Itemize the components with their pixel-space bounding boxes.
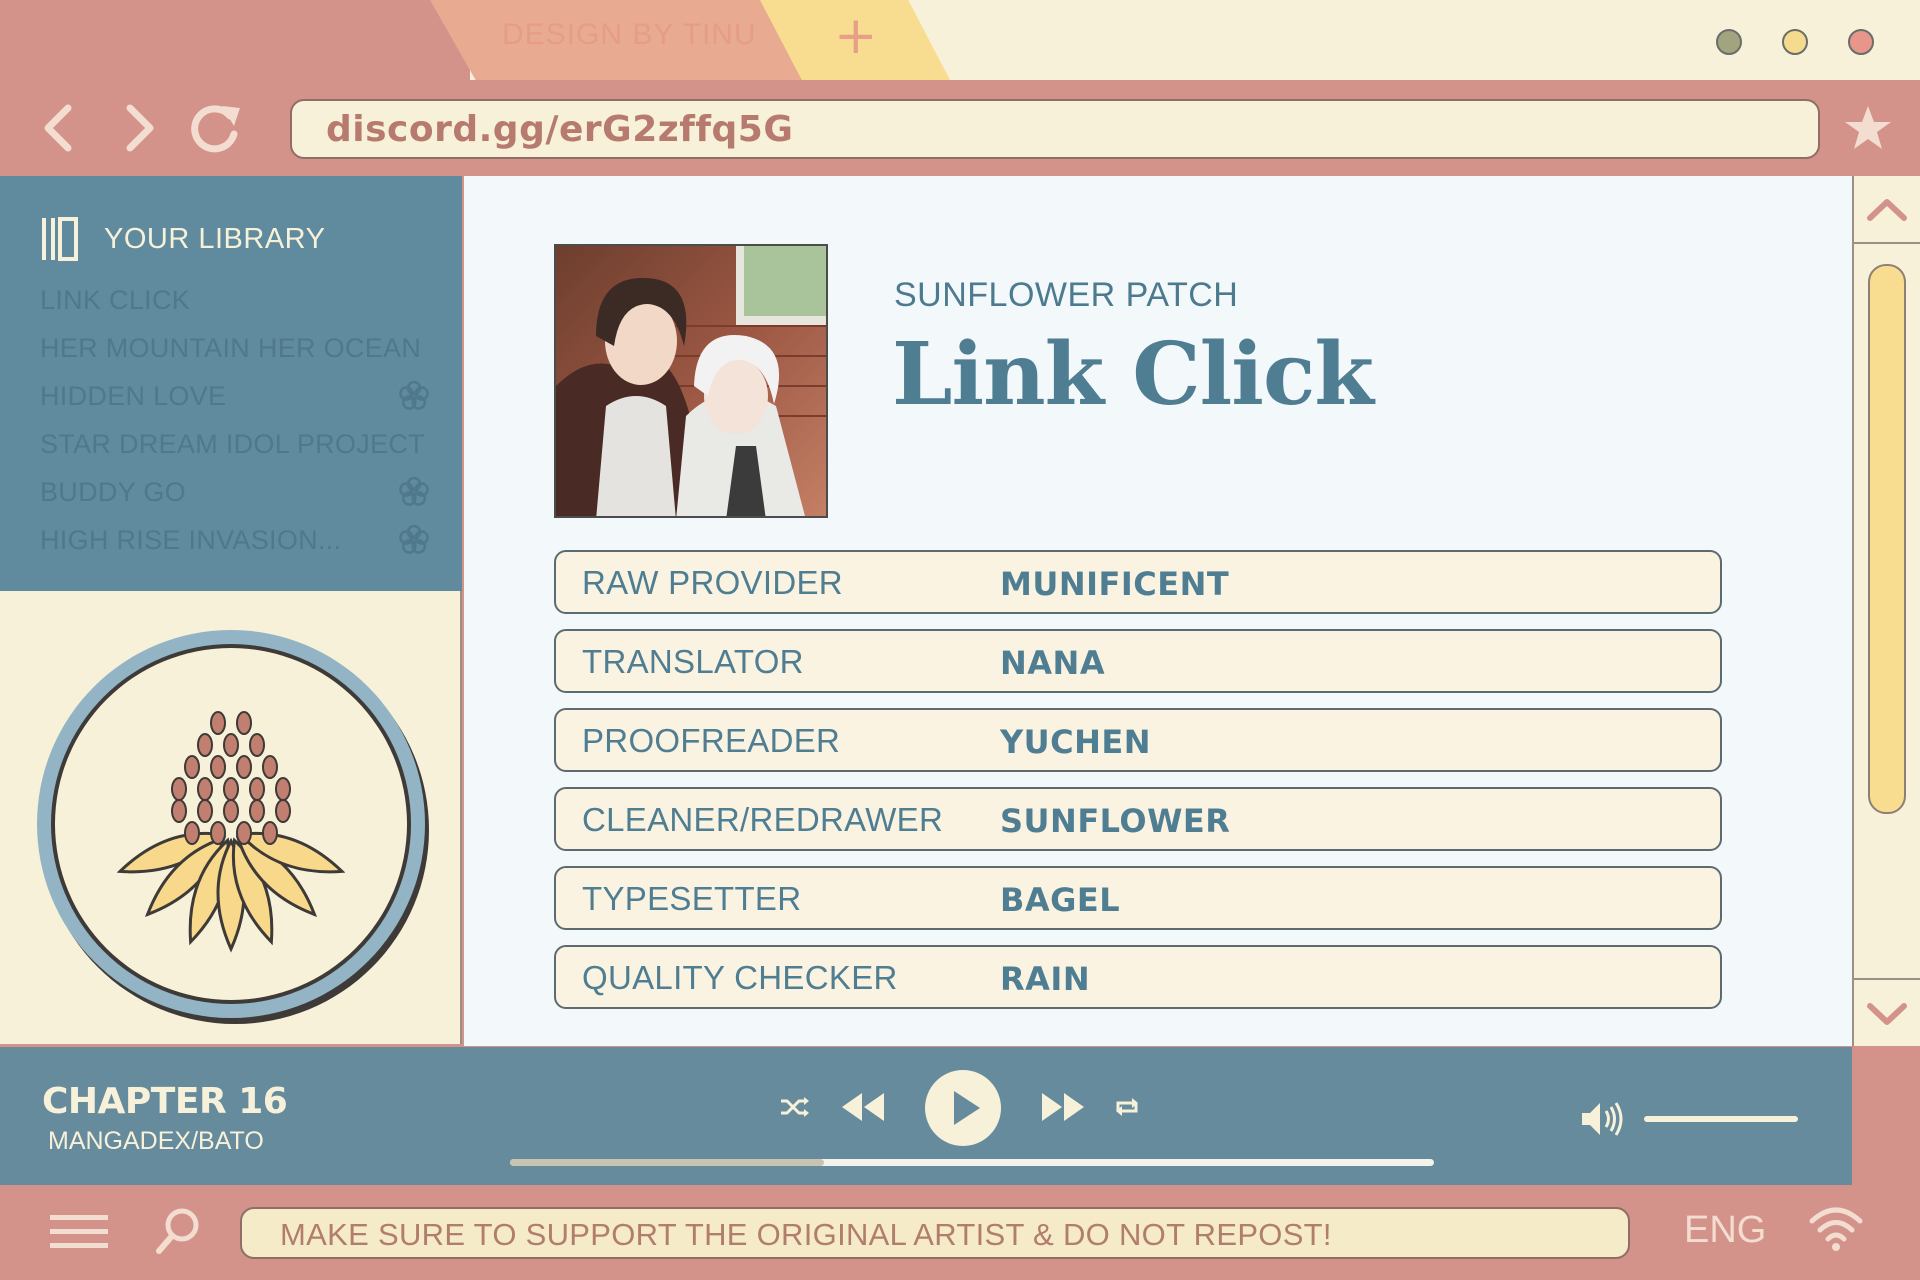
window-close-dot[interactable] [1848,29,1874,55]
sunflower-logo-icon [37,630,429,1024]
credit-row: PROOFREADER YUCHEN [554,708,1722,772]
progress-fill [510,1159,825,1166]
play-icon [925,1070,1001,1146]
credit-role: QUALITY CHECKER [582,959,898,996]
reload-icon [191,105,240,153]
credit-name: RAIN [1000,960,1091,998]
library-item-label: STAR DREAM IDOL PROJECT [40,428,425,459]
wifi-icon [1809,1207,1863,1251]
library-item[interactable]: BUDDY GO [40,472,430,512]
credit-role: RAW PROVIDER [582,564,843,601]
chapter-label: CHAPTER 16 [42,1081,288,1122]
library-item[interactable]: HIGH RISE INVASION... [40,520,430,560]
credit-role: PROOFREADER [582,722,841,759]
credit-role: CLEANER/REDRAWER [582,801,944,838]
cover-illustration [556,246,826,516]
repeat-icon [1116,1098,1138,1116]
library-item[interactable]: STAR DREAM IDOL PROJECT [40,424,430,464]
rewind-button[interactable] [840,1089,886,1129]
repeat-button[interactable] [1112,1093,1142,1125]
library-item-label: LINK CLICK [40,284,191,315]
scroll-down-button[interactable] [1854,978,1920,1046]
chevron-up-icon [1867,199,1907,221]
credit-row: TRANSLATOR NANA [554,629,1722,693]
main-content: SUNFLOWER PATCH Link Click RAW PROVIDER M… [464,176,1852,1046]
credit-name: MUNIFICENT [1000,565,1230,603]
credit-role: TRANSLATOR [582,643,804,680]
library-item-label: HER MOUNTAIN HER OCEAN [40,332,422,363]
group-name: SUNFLOWER PATCH [894,276,1239,314]
back-arrow-icon [44,104,72,152]
wifi-indicator[interactable] [1808,1203,1864,1257]
address-bar[interactable]: discord.gg/erG2zffq5G [290,99,1820,159]
credit-row: RAW PROVIDER MUNIFICENT [554,550,1722,614]
credit-name: YUCHEN [1000,723,1152,761]
library-item-label: BUDDY GO [40,476,186,507]
progress-bar[interactable] [510,1159,1434,1166]
plus-icon: + [834,6,878,66]
volume-icon [1582,1102,1623,1136]
library-item-label: HIDDEN LOVE [40,380,227,411]
reload-button[interactable] [186,100,246,156]
library-header[interactable]: YOUR LIBRARY [40,214,325,264]
credit-name: NANA [1000,644,1106,682]
forward-button[interactable] [108,100,168,156]
search-icon [156,1208,199,1254]
forward-arrow-icon [126,104,154,152]
flower-icon [399,524,429,554]
credit-row: CLEANER/REDRAWER SUNFLOWER [554,787,1722,851]
notice-bar: MAKE SURE TO SUPPORT THE ORIGINAL ARTIST… [240,1207,1630,1259]
flower-icon [399,476,429,506]
cover-image [554,244,828,518]
series-title: Link Click [892,324,1374,425]
library-title: YOUR LIBRARY [104,222,326,255]
flower-icon [399,380,429,410]
window-minimize-dot[interactable] [1716,29,1742,55]
shuffle-button[interactable] [778,1093,810,1125]
player-bar: CHAPTER 16 MANGADEX/BATO [0,1047,1852,1185]
fast-forward-icon [1042,1093,1084,1121]
menu-icon [50,1215,108,1248]
browser-tab[interactable]: DESIGN BY TINU [430,0,810,80]
url-text: discord.gg/erG2zffq5G [326,109,794,150]
library-item[interactable]: HIDDEN LOVE [40,376,430,416]
sidebar: YOUR LIBRARY LINK CLICK HER MOUNTAIN HER … [0,176,462,1044]
volume-slider[interactable] [1644,1116,1798,1122]
scroll-up-button[interactable] [1854,176,1920,244]
library-item[interactable]: HER MOUNTAIN HER OCEAN [40,328,430,368]
credit-name: SUNFLOWER [1000,802,1231,840]
source-label: MANGADEX/BATO [48,1127,264,1155]
tab-strip: DESIGN BY TINU + [0,0,1920,80]
library-icon [42,217,78,261]
star-icon [1845,106,1891,149]
fast-forward-button[interactable] [1040,1089,1086,1129]
chevron-down-icon [1867,1003,1907,1025]
library-item[interactable]: LINK CLICK [40,280,430,320]
back-button[interactable] [30,100,90,156]
credit-role: TYPESETTER [582,880,802,917]
language-indicator[interactable]: ENG [1684,1209,1766,1252]
play-button[interactable] [924,1069,1002,1151]
sunflower-logo [28,621,434,1027]
volume-button[interactable] [1580,1099,1630,1143]
shuffle-icon [781,1097,809,1117]
library-panel: YOUR LIBRARY LINK CLICK HER MOUNTAIN HER … [0,176,462,591]
notice-text: MAKE SURE TO SUPPORT THE ORIGINAL ARTIST… [280,1217,1332,1252]
window-maximize-dot[interactable] [1782,29,1808,55]
credit-name: BAGEL [1000,881,1121,919]
scroll-thumb[interactable] [1868,264,1906,814]
bottom-bar: MAKE SURE TO SUPPORT THE ORIGINAL ARTIST… [0,1185,1920,1280]
credit-row: QUALITY CHECKER RAIN [554,945,1722,1009]
navigation-bar: discord.gg/erG2zffq5G [0,80,1920,176]
menu-button[interactable] [48,1211,110,1257]
credit-row: TYPESETTER BAGEL [554,866,1722,930]
bookmark-button[interactable] [1838,100,1898,156]
tab-title: DESIGN BY TINU [502,18,757,51]
scrollbar[interactable] [1852,176,1920,1046]
library-item-label: HIGH RISE INVASION... [40,524,342,555]
rewind-icon [842,1093,884,1121]
search-button[interactable] [154,1205,202,1261]
tab-strip-left-fill [0,0,470,80]
